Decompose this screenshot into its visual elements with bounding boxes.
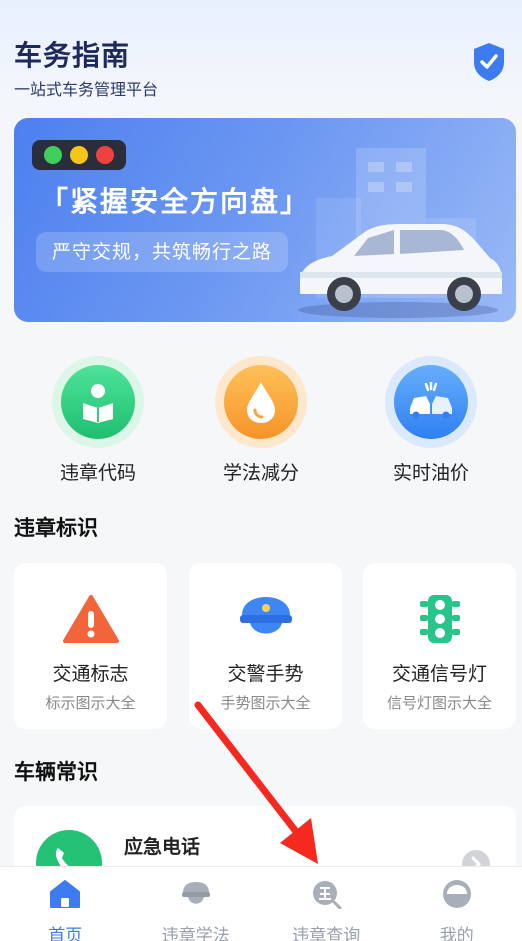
- card-title: 交通信号灯: [391, 663, 487, 685]
- card-title: 交通标志: [52, 663, 129, 685]
- banner-title: 「紧握安全方向盘」: [40, 185, 311, 218]
- quick-item-study-deduct[interactable]: 学法减分: [201, 356, 321, 485]
- card-title: 交警手势: [227, 663, 304, 685]
- tab-label: 违章学法: [161, 926, 230, 941]
- traffic-light-icon: [419, 595, 460, 643]
- bottom-tab-bar: 首页 违章学法 违章查询 我的: [0, 866, 522, 941]
- section-title-vehicle-knowledge: 车辆常识: [14, 760, 98, 784]
- safety-banner[interactable]: 「紧握安全方向盘」 严守交规，共筑畅行之路: [14, 118, 516, 322]
- app-title: 车务指南: [14, 39, 131, 72]
- tab-violation-study[interactable]: 违章学法: [131, 867, 262, 941]
- quick-actions: 违章代码 学法减分 实时油价: [0, 356, 522, 488]
- violation-search-icon: [313, 881, 342, 910]
- quick-label: 违章代码: [59, 462, 136, 484]
- card-traffic-lights[interactable]: 交通信号灯 信号灯图示大全: [363, 563, 516, 729]
- card-police-gestures[interactable]: 交警手势 手势图示大全: [189, 563, 342, 729]
- quick-item-oil-price[interactable]: 实时油价: [371, 356, 491, 485]
- app-header: 车务指南 一站式车务管理平台: [14, 34, 158, 100]
- tab-label: 违章查询: [292, 926, 361, 941]
- card-subtitle: 信号灯图示大全: [386, 694, 492, 712]
- warning-triangle-icon: [62, 595, 119, 643]
- card-traffic-signs[interactable]: 交通标志 标示图示大全: [14, 563, 167, 729]
- police-cap-icon: [181, 882, 210, 904]
- tab-label: 首页: [48, 926, 83, 941]
- list-title: 应急电话: [124, 836, 201, 858]
- tab-home[interactable]: 首页: [0, 867, 131, 941]
- banner-subtitle: 严守交规，共筑畅行之路: [36, 232, 289, 272]
- app-subtitle: 一站式车务管理平台: [14, 80, 159, 99]
- drop-icon: [247, 382, 275, 423]
- traffic-light-illustration: [32, 140, 126, 170]
- quick-label: 学法减分: [222, 462, 299, 484]
- reading-person-icon: [83, 384, 113, 423]
- shield-check-icon[interactable]: [472, 42, 506, 82]
- car-illustration: [298, 224, 502, 318]
- quick-item-violation-code[interactable]: 违章代码: [38, 356, 158, 485]
- home-icon: [50, 880, 81, 908]
- tab-label: 我的: [439, 926, 474, 941]
- section-title-violation-signs: 违章标识: [14, 516, 98, 540]
- tab-violation-search[interactable]: 违章查询: [261, 867, 392, 941]
- car-crash-icon: [410, 382, 452, 419]
- card-subtitle: 手势图示大全: [220, 694, 311, 712]
- card-subtitle: 标示图示大全: [45, 694, 136, 712]
- police-cap-icon: [239, 597, 292, 634]
- profile-icon: [442, 880, 471, 908]
- tab-profile[interactable]: 我的: [392, 867, 522, 941]
- quick-label: 实时油价: [392, 462, 469, 484]
